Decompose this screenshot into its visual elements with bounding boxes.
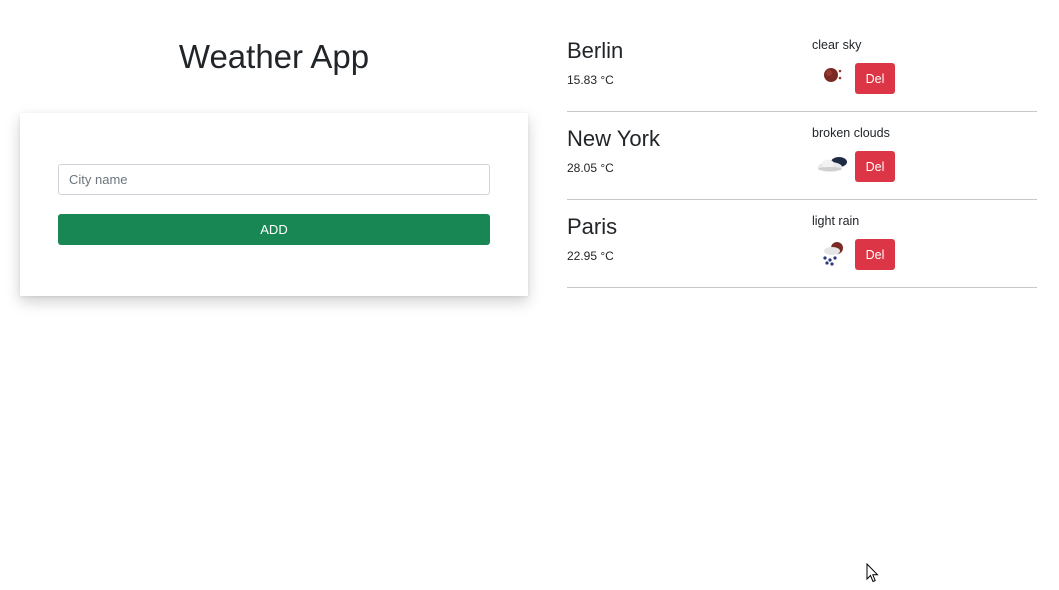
- city-name: Berlin: [567, 38, 624, 63]
- city-row-paris: Paris 22.95 °C light rain Del: [567, 200, 1037, 288]
- city-name: New York: [567, 126, 660, 151]
- city-row-berlin: Berlin 15.83 °C clear sky Del: [567, 24, 1037, 112]
- light-rain-night-icon: [823, 242, 843, 266]
- broken-clouds-icon: [818, 157, 847, 172]
- weather-description: light rain: [812, 214, 860, 228]
- city-temperature: 15.83 °C: [567, 73, 614, 87]
- delete-city-button[interactable]: Del: [855, 151, 895, 182]
- delete-city-button[interactable]: Del: [855, 239, 895, 270]
- city-name-input[interactable]: [58, 164, 490, 195]
- add-city-button[interactable]: ADD: [58, 214, 490, 245]
- mouse-cursor-icon: [866, 563, 879, 583]
- clear-sky-night-icon: [824, 68, 842, 82]
- city-row-new-york: New York 28.05 °C broken clouds Del: [567, 112, 1037, 200]
- weather-description: broken clouds: [812, 126, 890, 140]
- delete-city-button[interactable]: Del: [855, 63, 895, 94]
- add-city-card: ADD: [20, 113, 528, 296]
- city-temperature: 28.05 °C: [567, 161, 614, 175]
- page-title: Weather App: [178, 38, 370, 75]
- weather-description: clear sky: [812, 38, 862, 52]
- city-name: Paris: [567, 214, 618, 239]
- city-temperature: 22.95 °C: [567, 249, 614, 263]
- city-list: Berlin 15.83 °C clear sky Del New York 2…: [567, 24, 1037, 288]
